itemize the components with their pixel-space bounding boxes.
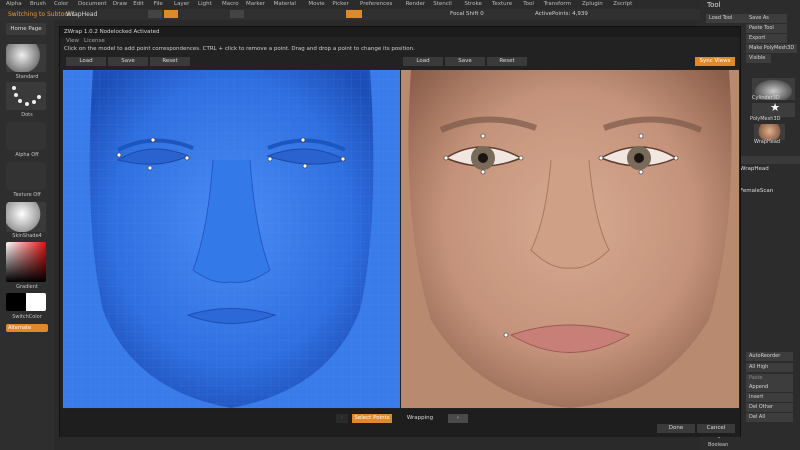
- edit-button[interactable]: [346, 10, 362, 18]
- del-all-button[interactable]: Del All: [746, 413, 793, 422]
- del-other-button[interactable]: Del Other: [746, 403, 793, 412]
- subtool-wraphead[interactable]: WrapHead: [740, 166, 769, 172]
- right-load-button[interactable]: Load: [403, 57, 443, 66]
- wraphead-thumbnail[interactable]: [754, 124, 785, 140]
- menu-preferences[interactable]: Preferences: [360, 1, 392, 7]
- material-sphere-icon[interactable]: [6, 202, 46, 232]
- home-page-button[interactable]: Home Page: [6, 23, 46, 35]
- cancel-button[interactable]: Cancel: [697, 424, 735, 433]
- toolbar-button[interactable]: [148, 10, 162, 18]
- sync-views-button[interactable]: Sync Views: [695, 57, 735, 66]
- left-load-button[interactable]: Load: [66, 57, 106, 66]
- dialog-bottom-bar: ‹ Select Points Wrapping › Done Cancel: [60, 409, 740, 437]
- top-toolbar: Switching to Subtool 1 WrapHead Focal Sh…: [0, 9, 700, 20]
- menu-edit[interactable]: Edit: [133, 1, 144, 7]
- dialog-title: ZWrap 1.0.2 Nodelocked Activated: [60, 27, 740, 37]
- menu-marker[interactable]: Marker: [246, 1, 265, 7]
- subtool-divider: [740, 156, 800, 164]
- make-polymesh-button[interactable]: Make PolyMesh3D: [746, 44, 797, 53]
- base-mesh-viewport[interactable]: [63, 70, 400, 408]
- paste-button[interactable]: Paste: [746, 374, 793, 383]
- menu-material[interactable]: Material: [274, 1, 296, 7]
- next-step-chevron-icon[interactable]: ›: [448, 414, 468, 423]
- dots-stroke-icon[interactable]: [6, 82, 46, 110]
- menu-stencil[interactable]: Stencil: [433, 1, 452, 7]
- alpha-off-label: Alpha Off: [15, 152, 39, 158]
- scan-viewport[interactable]: [401, 70, 739, 408]
- boolean-label[interactable]: Boolean: [708, 442, 728, 448]
- help-text: Click on the model to add point correspo…: [64, 46, 415, 52]
- insert-button[interactable]: Insert: [746, 393, 793, 402]
- menu-zplugin[interactable]: Zplugin: [582, 1, 603, 7]
- material-label: SkinShade4: [12, 233, 42, 239]
- menu-macro[interactable]: Macro: [222, 1, 239, 7]
- right-reset-button[interactable]: Reset: [487, 57, 527, 66]
- left-save-button[interactable]: Save: [108, 57, 148, 66]
- menu-tool[interactable]: Tool: [523, 1, 534, 7]
- visible-button[interactable]: Visible: [746, 54, 771, 63]
- alpha-off-icon[interactable]: [6, 122, 46, 150]
- standard-label: Standard: [15, 74, 39, 80]
- active-points-label: ActivePoints: 4,939: [535, 11, 588, 17]
- menu-picker[interactable]: Picker: [332, 1, 348, 7]
- tab-select-points[interactable]: Select Points: [352, 414, 392, 423]
- append-button[interactable]: Append: [746, 383, 793, 392]
- auto-reorder-button[interactable]: AutoReorder: [746, 352, 793, 361]
- prev-step-chevron-icon[interactable]: ‹: [336, 414, 348, 423]
- polymesh-star-icon[interactable]: ★: [752, 102, 795, 117]
- texture-off-label: Texture Off: [13, 192, 41, 198]
- save-as-button[interactable]: Save As: [746, 14, 787, 23]
- menu-transform[interactable]: Transform: [544, 1, 571, 7]
- menu-stroke[interactable]: Stroke: [464, 1, 482, 7]
- gradient-label: Gradient: [16, 284, 38, 290]
- switch-color-label: SwitchColor: [12, 314, 42, 320]
- standard-brush-icon[interactable]: [6, 44, 46, 72]
- menu-layer[interactable]: Layer: [174, 1, 189, 7]
- menu-alpha[interactable]: Alpha: [6, 1, 22, 7]
- menu-zscript[interactable]: Zscript: [613, 1, 632, 7]
- menu-render[interactable]: Render: [406, 1, 426, 7]
- load-tool-button[interactable]: Load Tool: [706, 14, 747, 23]
- switch-color-swatch[interactable]: [6, 293, 46, 311]
- menu-color[interactable]: Color: [54, 1, 68, 7]
- subtool-female-scan[interactable]: FemaleScan: [740, 188, 773, 194]
- all-high-button[interactable]: All High: [746, 363, 793, 372]
- menu-texture[interactable]: Texture: [492, 1, 512, 7]
- right-save-button[interactable]: Save: [445, 57, 485, 66]
- wraphead-label: WrapHead: [754, 139, 781, 145]
- left-shelf: Home Page Standard Dots Alpha Off Textur…: [0, 20, 54, 450]
- paste-tool-button[interactable]: Paste Tool: [746, 24, 787, 33]
- menu-draw[interactable]: Draw: [113, 1, 127, 7]
- alternate-button[interactable]: Alternate: [6, 324, 48, 332]
- left-reset-button[interactable]: Reset: [150, 57, 190, 66]
- menu-view[interactable]: View: [66, 38, 79, 44]
- menu-license[interactable]: License: [84, 38, 105, 44]
- dots-label: Dots: [21, 112, 33, 118]
- main-menubar: Alpha Brush Color Document Draw Edit File Layer…: [0, 0, 800, 9]
- texture-off-icon[interactable]: [6, 162, 46, 190]
- menu-light[interactable]: Light: [198, 1, 212, 7]
- menu-movie[interactable]: Movie: [308, 1, 324, 7]
- toolbar-button[interactable]: [230, 10, 244, 18]
- menu-brush[interactable]: Brush: [30, 1, 46, 7]
- menu-document[interactable]: Document: [78, 1, 107, 7]
- tool-panel-title: Tool: [707, 1, 721, 9]
- tab-wrapping[interactable]: Wrapping: [400, 414, 440, 423]
- zwrap-dialog: ZWrap 1.0.2 Nodelocked Activated View Li…: [59, 26, 741, 437]
- polymesh-label: PolyMesh3D: [750, 116, 781, 122]
- done-button[interactable]: Done: [657, 424, 695, 433]
- toolbar-button-active[interactable]: [164, 10, 178, 18]
- color-picker[interactable]: [6, 242, 46, 282]
- focal-shift-label: Focal Shift 0: [450, 11, 484, 17]
- menu-file[interactable]: File: [154, 1, 163, 7]
- subtool-name: WrapHead: [66, 11, 98, 18]
- export-button[interactable]: Export: [746, 34, 787, 43]
